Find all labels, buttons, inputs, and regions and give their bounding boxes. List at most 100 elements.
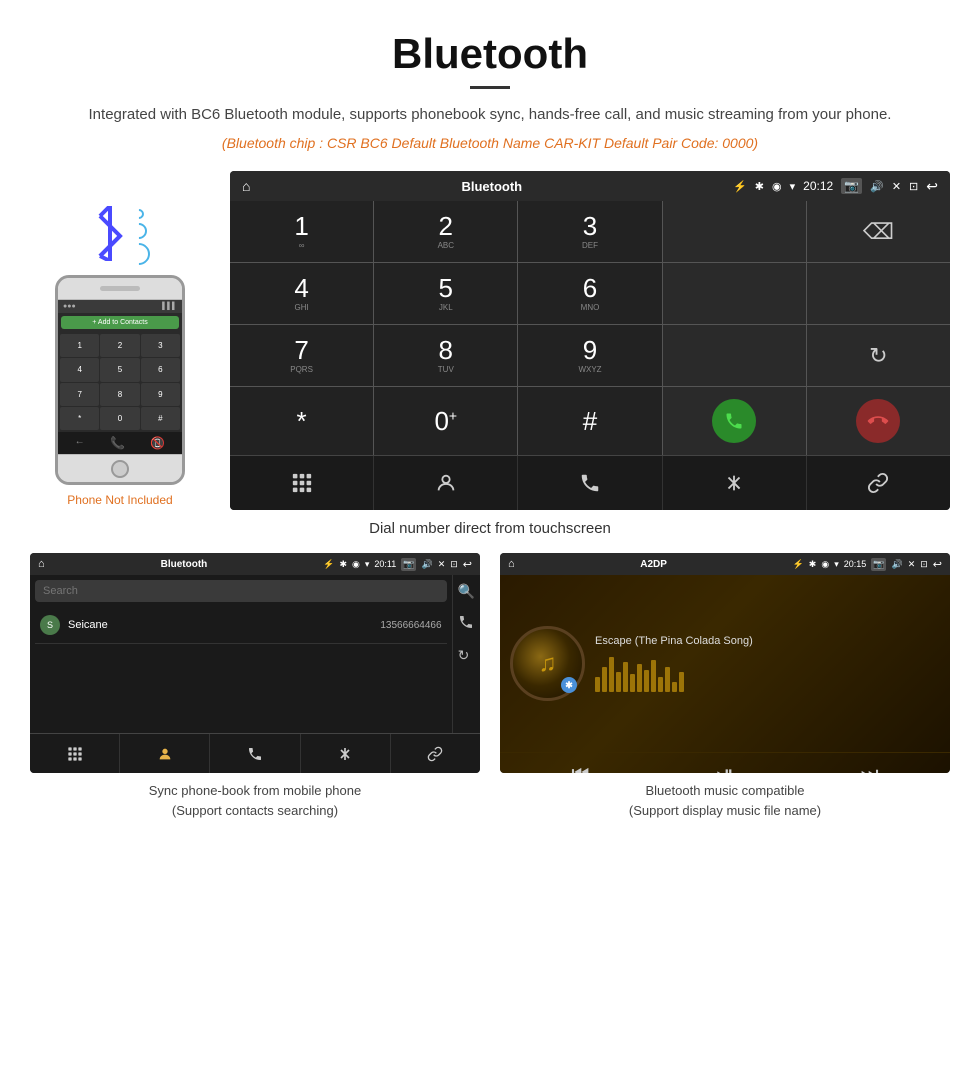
volume-icon[interactable]: 🔊 (870, 180, 884, 193)
car-dial-screen: ⌂ Bluetooth ⚡ ✱ ◉ ▾ 20:12 📷 🔊 ✕ ⊡ ↩ 1 ∞ … (230, 171, 950, 510)
usb-icon: ⚡ (733, 180, 747, 193)
dial-key-7[interactable]: 7 PQRS (230, 325, 373, 386)
pb-camera-icon[interactable]: 📷 (401, 558, 416, 571)
camera-icon[interactable]: 📷 (841, 178, 862, 194)
phone-end-btn[interactable]: 📵 (150, 436, 165, 450)
pb-wifi-icon: ▾ (365, 559, 370, 570)
phone-key-9[interactable]: 9 (141, 383, 180, 406)
pb-nav-bluetooth[interactable] (301, 734, 391, 773)
music-caption-line1: Bluetooth music compatible (646, 783, 805, 798)
pb-nav-link[interactable] (391, 734, 480, 773)
phone-mockup-area: ●●● ▌▌▌ + Add to Contacts 1 2 3 4 5 6 7 … (30, 171, 210, 510)
dial-key-8[interactable]: 8 TUV (374, 325, 517, 386)
dial-key-1[interactable]: 1 ∞ (230, 201, 373, 262)
phone-key-star[interactable]: * (60, 407, 99, 430)
dial-key-3[interactable]: 3 DEF (518, 201, 661, 262)
phone-key-7[interactable]: 7 (60, 383, 99, 406)
expand-icon[interactable]: ⊡ (909, 180, 918, 193)
phone-key-3[interactable]: 3 (141, 334, 180, 357)
dial-empty-4 (663, 325, 806, 386)
phonebook-screen-container: ⌂ Bluetooth ⚡ ✱ ◉ ▾ 20:11 📷 🔊 ✕ ⊡ ↩ (30, 553, 480, 820)
bluetooth-status-icon: ✱ (755, 180, 764, 193)
nav-bluetooth[interactable] (663, 456, 807, 510)
viz-bar (595, 677, 600, 692)
phone-key-1[interactable]: 1 (60, 334, 99, 357)
dial-key-star[interactable]: * (230, 387, 373, 455)
phonebook-search-input[interactable] (43, 585, 439, 597)
dial-key-0[interactable]: 0+ (374, 387, 517, 455)
time-display: 20:12 (803, 179, 833, 193)
phone-key-2[interactable]: 2 (100, 334, 139, 357)
pb-search-icon[interactable]: 🔍 (458, 583, 475, 600)
close-icon[interactable]: ✕ (892, 180, 901, 193)
music-screen: ⌂ A2DP ⚡ ✱ ◉ ▾ 20:15 📷 🔊 ✕ ⊡ ↩ ✱ (500, 553, 950, 773)
pb-back-icon[interactable]: ↩ (463, 558, 472, 571)
pb-expand-icon[interactable]: ⊡ (450, 559, 458, 570)
pb-vol-icon[interactable]: 🔊 (421, 559, 432, 570)
dial-key-4[interactable]: 4 GHI (230, 263, 373, 324)
dialpad-grid: 1 ∞ 2 ABC 3 DEF ⌫ 4 GHI 5 JKL (230, 201, 950, 455)
nav-link[interactable] (807, 456, 950, 510)
phone-call-btn[interactable]: 📞 (110, 436, 125, 450)
phone-home-button[interactable] (111, 460, 129, 478)
phone-key-0[interactable]: 0 (100, 407, 139, 430)
ms-camera-icon[interactable]: 📷 (871, 558, 886, 571)
dial-refresh[interactable]: ↻ (807, 325, 950, 386)
pb-nav-contacts[interactable] (120, 734, 210, 773)
home-icon[interactable]: ⌂ (242, 178, 250, 194)
phone-key-5[interactable]: 5 (100, 358, 139, 381)
ms-time: 20:15 (844, 559, 867, 569)
pb-call-icon[interactable] (458, 614, 475, 633)
phone-back-btn[interactable]: ← (75, 436, 85, 450)
dial-key-9[interactable]: 9 WXYZ (518, 325, 661, 386)
phone-speaker (100, 286, 140, 291)
dial-empty-3 (807, 263, 950, 324)
phonebook-item[interactable]: S Seicane 13566664466 (35, 607, 447, 644)
phone-key-hash[interactable]: # (141, 407, 180, 430)
dial-key-hash[interactable]: # (518, 387, 661, 455)
dial-bottom-nav (230, 455, 950, 510)
phonebook-search-bar[interactable] (35, 580, 447, 602)
ms-home-icon[interactable]: ⌂ (508, 558, 515, 570)
nav-phone[interactable] (518, 456, 662, 510)
pb-time: 20:11 (374, 559, 396, 569)
signal-wave-2 (128, 220, 151, 243)
dial-backspace[interactable]: ⌫ (807, 201, 950, 262)
ms-vol-icon[interactable]: 🔊 (891, 559, 902, 570)
music-caption-line2: (Support display music file name) (629, 803, 821, 818)
dial-key-6[interactable]: 6 MNO (518, 263, 661, 324)
ms-back-icon[interactable]: ↩ (933, 558, 942, 571)
end-call-button[interactable] (807, 387, 950, 455)
music-status-bar: ⌂ A2DP ⚡ ✱ ◉ ▾ 20:15 📷 🔊 ✕ ⊡ ↩ (500, 553, 950, 575)
ms-expand-icon[interactable]: ⊡ (920, 559, 928, 570)
viz-bar (630, 674, 635, 692)
next-track-button[interactable]: ⏭ (861, 763, 879, 774)
pb-home-icon[interactable]: ⌂ (38, 558, 45, 570)
dial-key-5[interactable]: 5 JKL (374, 263, 517, 324)
pb-nav-phone[interactable] (210, 734, 300, 773)
ms-usb-icon: ⚡ (793, 559, 804, 570)
ms-close-icon[interactable]: ✕ (908, 559, 916, 570)
back-icon[interactable]: ↩ (926, 178, 938, 195)
phone-key-8[interactable]: 8 (100, 383, 139, 406)
music-screen-container: ⌂ A2DP ⚡ ✱ ◉ ▾ 20:15 📷 🔊 ✕ ⊡ ↩ ✱ (500, 553, 950, 820)
nav-dialpad[interactable] (230, 456, 374, 510)
song-title: Escape (The Pina Colada Song) (595, 635, 940, 647)
nav-contacts[interactable] (374, 456, 518, 510)
contact-initial: S (40, 615, 60, 635)
contact-name: Seicane (68, 619, 372, 631)
phonebook-caption: Sync phone-book from mobile phone (Suppo… (149, 781, 361, 820)
phone-key-4[interactable]: 4 (60, 358, 99, 381)
page-header: Bluetooth Integrated with BC6 Bluetooth … (0, 0, 980, 171)
pb-nav-dialpad[interactable] (30, 734, 120, 773)
pb-refresh-icon[interactable]: ↻ (458, 647, 475, 664)
phone-key-6[interactable]: 6 (141, 358, 180, 381)
play-pause-button[interactable]: ⏯ (716, 761, 734, 773)
pb-close-icon[interactable]: ✕ (438, 559, 446, 570)
prev-track-button[interactable]: ⏮ (571, 763, 589, 774)
dial-key-2[interactable]: 2 ABC (374, 201, 517, 262)
ms-bt-icon: ✱ (809, 559, 817, 570)
call-button[interactable] (663, 387, 806, 455)
phonebook-caption-line2: (Support contacts searching) (172, 803, 338, 818)
viz-bar (644, 670, 649, 692)
